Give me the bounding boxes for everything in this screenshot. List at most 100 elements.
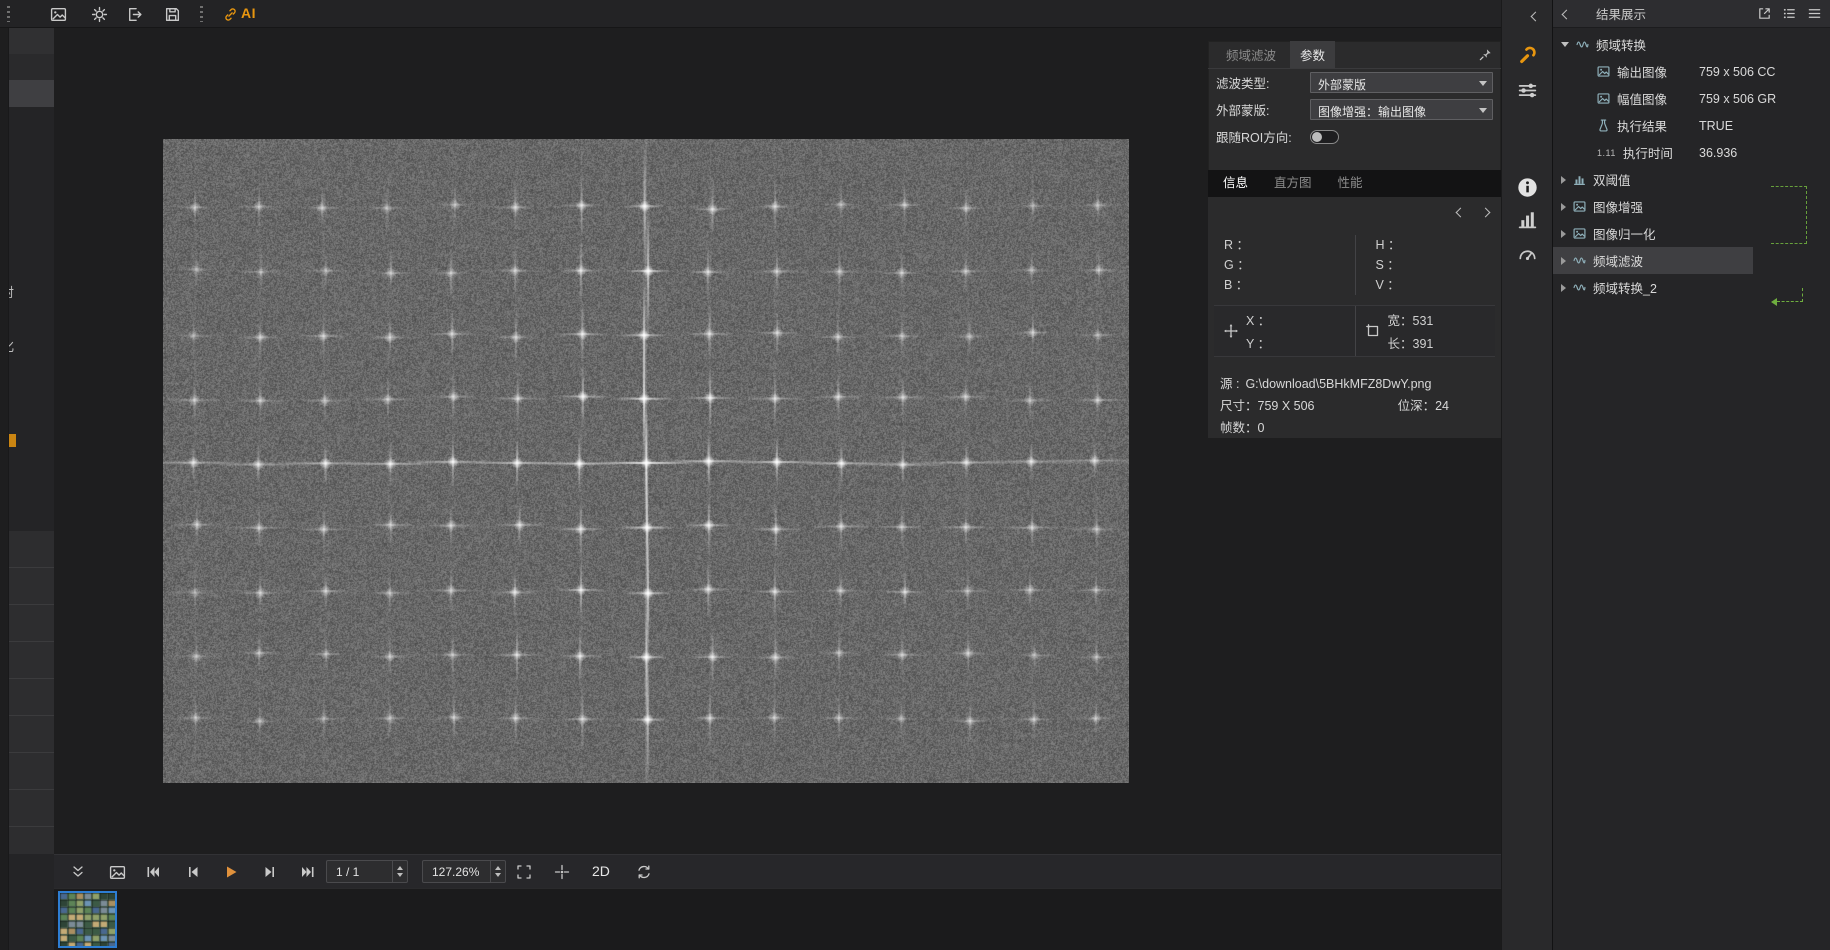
roi-direction-toggle[interactable] xyxy=(1310,130,1339,144)
sidebar-row-selected[interactable] xyxy=(9,80,54,107)
drag-handle-icon[interactable] xyxy=(200,6,203,22)
expand-triangle-icon[interactable] xyxy=(1561,284,1566,292)
result-panel-header: 结果展示 xyxy=(1553,0,1830,28)
bar-chart-icon[interactable] xyxy=(1517,209,1538,230)
tree-node-freq-transform[interactable]: 频域转换 xyxy=(1553,31,1830,58)
spinner-arrows[interactable] xyxy=(490,861,505,882)
loop-refresh-icon[interactable] xyxy=(636,864,652,880)
filter-type-label: 滤波类型: xyxy=(1216,73,1310,92)
left-sidebar: 射 化 xyxy=(9,28,54,950)
clipped-label-fragment: 化 xyxy=(9,336,14,355)
image-icon xyxy=(1597,92,1610,105)
save-icon[interactable] xyxy=(164,6,181,23)
chevron-down-icon xyxy=(1479,108,1487,113)
source-label: 源 : xyxy=(1220,373,1239,395)
tab-params[interactable]: 参数 xyxy=(1290,41,1335,68)
size-label: 尺寸： xyxy=(1220,395,1258,417)
back-chevron-icon[interactable] xyxy=(1563,6,1570,21)
external-mask-label: 外部蒙版: xyxy=(1216,100,1310,119)
frame-spinner[interactable]: 1 / 1 xyxy=(326,860,408,883)
tree-node-exec-time[interactable]: 1.11 执行时间 36.936 xyxy=(1553,139,1830,166)
expand-triangle-icon[interactable] xyxy=(1561,257,1566,265)
film-image-icon[interactable] xyxy=(109,864,126,881)
image-icon xyxy=(1573,200,1586,213)
play-button-icon[interactable] xyxy=(223,864,239,880)
fit-to-screen-icon[interactable] xyxy=(516,864,532,880)
export-icon[interactable] xyxy=(126,6,143,23)
tree-node-freq-filter[interactable]: 频域滤波 xyxy=(1553,247,1753,274)
mode-2d-button[interactable]: 2D xyxy=(592,863,610,879)
ai-link-icon[interactable] xyxy=(222,6,239,23)
info-icon[interactable] xyxy=(1517,177,1538,198)
image-icon xyxy=(1597,65,1610,78)
sliders-icon[interactable] xyxy=(1517,80,1538,101)
histogram-icon xyxy=(1573,173,1586,186)
zoom-spinner[interactable]: 127.26% xyxy=(422,860,506,883)
next-arrow-icon[interactable] xyxy=(1481,208,1491,218)
drag-handle-icon[interactable] xyxy=(7,6,10,22)
gauge-icon[interactable] xyxy=(1517,244,1538,265)
collapse-chevron-icon[interactable] xyxy=(1532,8,1539,23)
film-thumbnail-image xyxy=(60,893,115,946)
dimensions-rect-icon xyxy=(1366,324,1380,338)
frequency-spectrum-image[interactable] xyxy=(163,139,1129,783)
sidebar-row-list[interactable] xyxy=(9,531,54,854)
image-meta: 源 : G:\download\5BHkMFZ8DwY.png 尺寸： 759 … xyxy=(1208,367,1501,439)
parameter-panel-tabs: 频域滤波 参数 xyxy=(1208,41,1501,69)
spinner-arrows[interactable] xyxy=(392,861,407,882)
thumbnail-strip xyxy=(54,888,1501,950)
s-label: S ： xyxy=(1376,255,1502,275)
result-tree: 频域转换 输出图像 759 x 506 CC 幅值图像 759 x 506 GR xyxy=(1553,28,1830,301)
sidebar-row[interactable] xyxy=(9,28,54,54)
sidebar-row[interactable] xyxy=(9,54,54,80)
menu-icon[interactable] xyxy=(1807,6,1822,21)
center-crosshair-icon[interactable] xyxy=(554,864,570,880)
execution-time-icon: 1.11 xyxy=(1597,148,1616,158)
tree-node-output-image[interactable]: 输出图像 759 x 506 CC xyxy=(1553,58,1830,85)
roi-direction-label: 跟随ROI方向: xyxy=(1216,127,1310,146)
cursor-roi-readout: X ： Y ： 宽：531 长：391 xyxy=(1214,305,1495,357)
wave-icon xyxy=(1573,254,1586,267)
tree-node-exec-result[interactable]: 执行结果 TRUE xyxy=(1553,112,1830,139)
image-icon[interactable] xyxy=(50,6,67,23)
h-label: H ： xyxy=(1376,235,1502,255)
thumbnail-selected[interactable] xyxy=(58,891,117,948)
connector-arrow xyxy=(1777,288,1803,302)
filter-type-select[interactable]: 外部蒙版 xyxy=(1310,72,1493,93)
frame-value: 1 / 1 xyxy=(336,865,359,879)
gear-icon[interactable] xyxy=(91,6,108,23)
info-panel-body: R ： G ： B ： H ： S ： V ： X ： Y xyxy=(1208,197,1501,438)
wrench-icon[interactable] xyxy=(1517,45,1538,66)
width-value: 531 xyxy=(1413,314,1434,328)
parameter-panel: 频域滤波 参数 滤波类型: 外部蒙版 外部蒙版: 图像增强：输出图像 跟随ROI… xyxy=(1208,41,1501,438)
ai-label[interactable]: AI xyxy=(241,5,256,21)
tab-histogram[interactable]: 直方图 xyxy=(1261,170,1325,197)
tree-node-magnitude-image[interactable]: 幅值图像 759 x 506 GR xyxy=(1553,85,1830,112)
info-tab-bar: 信息 直方图 性能 xyxy=(1208,170,1501,197)
chevron-down-icon xyxy=(1479,81,1487,86)
previous-frame-icon[interactable] xyxy=(185,864,201,880)
wave-icon xyxy=(1573,281,1586,294)
expand-triangle-icon[interactable] xyxy=(1561,176,1566,184)
tab-performance[interactable]: 性能 xyxy=(1325,170,1376,197)
external-mask-select[interactable]: 图像增强：输出图像 xyxy=(1310,99,1493,120)
collapse-double-chevron-icon[interactable] xyxy=(70,864,86,880)
right-tool-column xyxy=(1501,0,1552,950)
tab-filter[interactable]: 频域滤波 xyxy=(1216,41,1286,68)
skip-to-start-icon[interactable] xyxy=(145,864,161,880)
expand-triangle-icon[interactable] xyxy=(1561,42,1569,47)
pin-icon[interactable] xyxy=(1478,47,1493,62)
result-panel-title: 结果展示 xyxy=(1596,4,1646,23)
expand-triangle-icon[interactable] xyxy=(1561,230,1566,238)
field-filter-type: 滤波类型: 外部蒙版 xyxy=(1208,69,1501,96)
next-frame-icon[interactable] xyxy=(262,864,278,880)
y-label: Y ： xyxy=(1246,333,1270,352)
skip-to-end-icon[interactable] xyxy=(300,864,316,880)
list-view-icon[interactable] xyxy=(1782,6,1797,21)
tab-info[interactable]: 信息 xyxy=(1210,170,1261,197)
prev-arrow-icon[interactable] xyxy=(1456,208,1466,218)
playback-toolbar: 1 / 1 127.26% 2D xyxy=(54,854,1501,888)
expand-triangle-icon[interactable] xyxy=(1561,203,1566,211)
zoom-value: 127.26% xyxy=(432,865,479,879)
export-result-icon[interactable] xyxy=(1757,6,1772,21)
